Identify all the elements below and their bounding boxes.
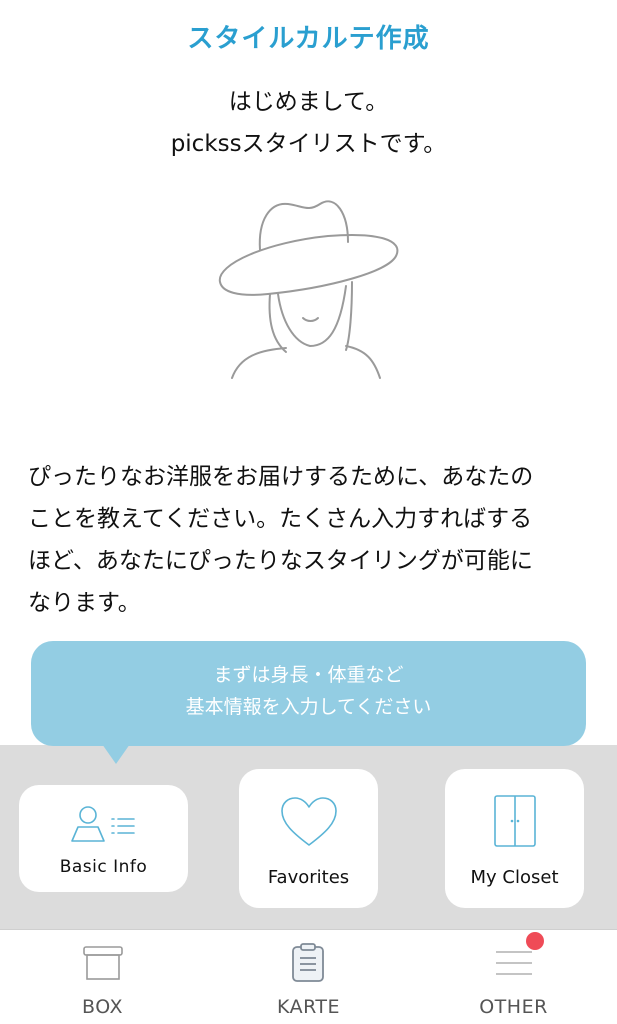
bottom-tab-bar: BOX KARTE OTHER <box>0 929 617 1024</box>
menu-icon <box>496 951 532 975</box>
my-closet-card[interactable]: My Closet <box>445 769 584 908</box>
tab-box-label: BOX <box>82 996 123 1018</box>
heart-icon <box>281 797 337 846</box>
tab-box[interactable]: BOX <box>0 930 205 1024</box>
description-line: ぴったりなお洋服をお届けするために、あなたの <box>28 464 534 490</box>
favorites-card[interactable]: Favorites <box>239 769 378 908</box>
my-closet-label: My Closet <box>470 867 559 888</box>
favorites-label: Favorites <box>267 867 350 888</box>
stylist-hat-illustration <box>218 200 399 379</box>
tab-other-label: OTHER <box>479 996 548 1018</box>
tab-karte-label: KARTE <box>276 996 341 1018</box>
page-title: スタイルカルテ作成 <box>187 24 430 54</box>
style-karte-screen: スタイルカルテ作成 はじめまして。 pickssスタイリストです。 ぴったりなお… <box>0 0 617 1024</box>
hint-tooltip: まずは身長・体重など 基本情報を入力してください <box>31 641 586 746</box>
clipboard-icon <box>292 943 324 982</box>
closet-icon <box>494 795 536 847</box>
description-line: ほど、あなたにぴったりなスタイリングが可能に <box>28 548 533 574</box>
tooltip-line-2: 基本情報を入力してください <box>185 696 432 718</box>
intro-description: ぴったりなお洋服をお届けするために、あなたの ことを教えてください。たくさん入力… <box>28 456 593 624</box>
tab-karte[interactable]: KARTE <box>206 930 411 1024</box>
description-line: ことを教えてください。たくさん入力すればする <box>28 506 533 532</box>
description-line: なります。 <box>28 590 141 616</box>
greeting-line-1: はじめまして。 <box>228 89 389 115</box>
tab-other[interactable]: OTHER <box>411 930 616 1024</box>
profile-list-icon <box>71 806 135 842</box>
greeting-line-2: pickssスタイリストです。 <box>170 131 447 157</box>
basic-info-label: Basic Info <box>59 857 148 877</box>
notification-badge <box>526 932 544 950</box>
box-icon <box>83 946 123 980</box>
tooltip-pointer <box>102 744 130 764</box>
tooltip-line-1: まずは身長・体重など <box>213 664 404 686</box>
basic-info-card[interactable]: Basic Info <box>19 785 188 892</box>
